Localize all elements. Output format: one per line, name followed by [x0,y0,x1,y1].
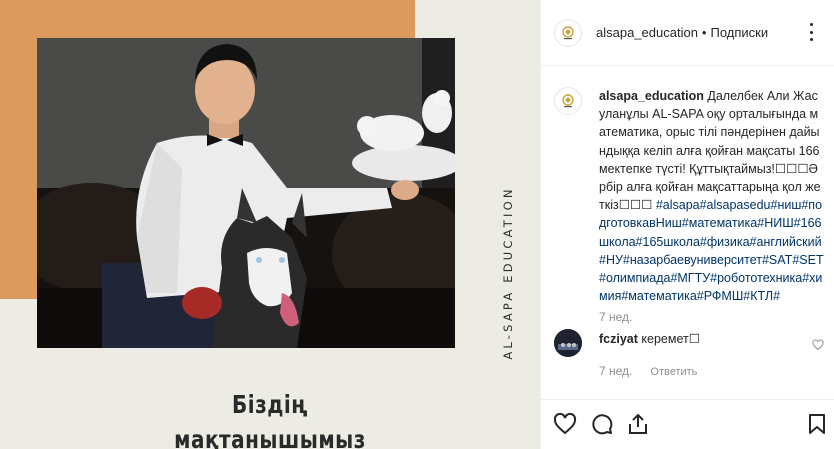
caption-text: alsapa_education Далелбек Али Жасуланұлы… [599,87,824,305]
author-username-link[interactable]: alsapa_education [596,25,698,40]
comment-item: fcziyat керемет☐ [554,329,824,369]
photo-boy-with-husky [37,38,455,348]
alsapa-logo-icon [562,25,574,39]
more-vertical-icon[interactable] [802,23,820,41]
post-headline-line1: Біздің [232,389,308,419]
post-header: alsapa_education • Подписки [541,0,834,66]
post-image[interactable]: AL-SAPA EDUCATION Біздің мақтанышымыз [0,0,540,449]
author-avatar[interactable] [554,18,582,47]
heart-outline-icon[interactable] [812,338,824,356]
comment-meta: 7 нед. Ответить [599,364,697,378]
caption-body: Далелбек Али Жасуланұлы AL-SAPA оқу орта… [599,89,821,213]
comment-bubble-icon[interactable] [590,412,614,436]
action-bar [541,399,834,449]
caption-username-link[interactable]: alsapa_education [599,89,704,103]
post-side-panel: alsapa_education • Подписки alsapa_educa… [540,0,834,449]
brand-vertical-text: AL-SAPA EDUCATION [498,165,518,380]
comment-timestamp[interactable]: 7 нед. [599,364,632,378]
comment-body: керемет☐ [641,332,700,346]
commenter-username-link[interactable]: fcziyat [599,332,638,346]
post-headline-line2: мақтанышымыз [174,424,366,449]
caption-timestamp[interactable]: 7 нед. [599,310,632,324]
commenter-avatar[interactable] [554,329,582,357]
alsapa-logo-icon [562,94,574,108]
reply-button[interactable]: Ответить [650,366,697,378]
heart-outline-icon[interactable] [553,412,577,436]
comment-text: fcziyat керемет☐ [599,331,700,346]
bookmark-icon[interactable] [805,412,829,436]
caption-hashtags[interactable]: #alsapa#alsapasedu#ниш#подготовкавНиш#ма… [599,198,824,303]
following-button[interactable]: Подписки [710,25,768,40]
brand-vertical-label: AL-SAPA EDUCATION [501,185,515,360]
comments-list[interactable]: alsapa_education Далелбек Али Жасуланұлы… [541,67,834,397]
caption-author-avatar[interactable] [554,87,582,115]
header-separator: • [701,25,707,40]
share-icon[interactable] [626,412,650,436]
